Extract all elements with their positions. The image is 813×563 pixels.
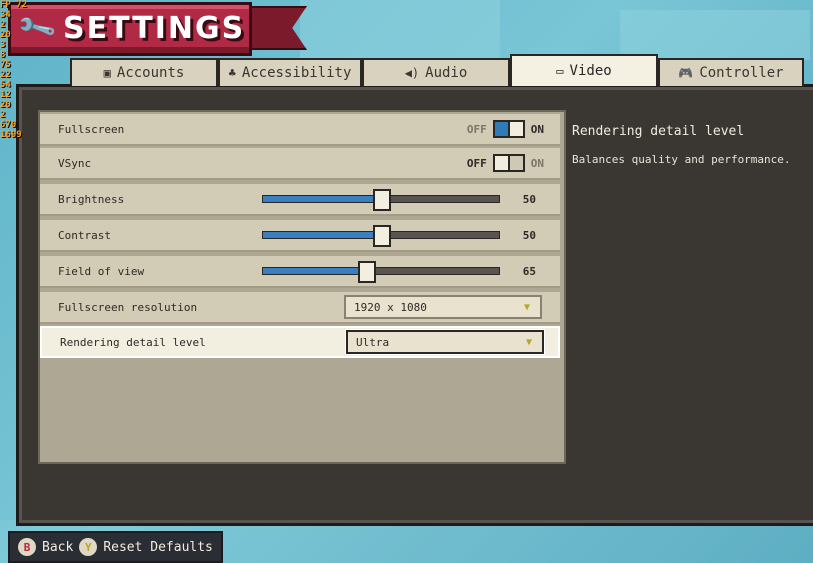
toggle-on-label: ON xyxy=(530,122,544,136)
toggle-off-label: OFF xyxy=(466,156,487,170)
contrast-slider[interactable] xyxy=(262,225,500,247)
accessibility-icon: ♣ xyxy=(228,66,236,80)
vsync-toggle[interactable]: OFF ON xyxy=(467,154,544,172)
toggle-on-label: ON xyxy=(530,156,544,170)
debug-line: 2 xyxy=(0,110,6,120)
tab-accounts[interactable]: ▣ Accounts xyxy=(70,58,218,86)
tab-label: Accounts xyxy=(116,65,185,81)
debug-line: 8 xyxy=(0,50,6,60)
setting-label: Contrast xyxy=(58,228,111,242)
slider-fill xyxy=(263,268,367,274)
debug-overlay: FP 72 34 2 20 3 8 75 22 54 12 20 2 670 1… xyxy=(0,0,70,140)
b-button-icon: B xyxy=(18,538,36,556)
detail-level-dropdown[interactable]: Ultra ▼ xyxy=(346,330,544,354)
setting-label: Brightness xyxy=(58,192,125,206)
slider-thumb[interactable] xyxy=(373,225,391,247)
back-label: Back xyxy=(42,539,74,555)
reset-defaults-button[interactable]: Y Reset Defaults xyxy=(79,538,213,556)
setting-value: 65 xyxy=(522,264,536,278)
tab-audio[interactable]: ◀) Audio xyxy=(362,58,510,86)
slider-fill xyxy=(263,232,381,238)
debug-line: 670 xyxy=(0,120,17,130)
back-button[interactable]: B Back xyxy=(18,538,73,556)
resolution-dropdown[interactable]: 1920 x 1080 ▼ xyxy=(344,295,542,319)
debug-line: 12 xyxy=(0,90,11,100)
debug-line: 20 xyxy=(0,100,11,110)
dropdown-value: Ultra xyxy=(356,335,390,349)
setting-value: 50 xyxy=(522,228,536,242)
brightness-slider[interactable] xyxy=(262,189,500,211)
slider-fill xyxy=(263,196,381,202)
debug-line: 3 xyxy=(0,40,6,50)
fullscreen-toggle[interactable]: OFF ON xyxy=(467,120,544,138)
gamepad-icon: 🎮 xyxy=(678,66,694,80)
resolution-row[interactable]: Fullscreen resolution 1920 x 1080 ▼ xyxy=(40,292,560,324)
debug-line: 54 xyxy=(0,80,11,90)
fov-slider[interactable] xyxy=(262,261,500,283)
setting-label: VSync xyxy=(58,156,92,170)
tab-label: Audio xyxy=(425,65,468,81)
fullscreen-row[interactable]: Fullscreen OFF ON xyxy=(40,114,560,146)
debug-line: 20 xyxy=(0,30,11,40)
video-settings-list: Fullscreen OFF ON VSync OFF ON Brightnes… xyxy=(38,110,566,464)
y-button-icon: Y xyxy=(79,538,98,556)
page-title: SETTINGS xyxy=(63,11,246,46)
description-title: Rendering detail level xyxy=(572,124,745,139)
toggle-switch[interactable] xyxy=(492,120,525,138)
setting-value: 50 xyxy=(522,192,536,206)
fov-row[interactable]: Field of view 65 xyxy=(40,256,560,288)
chevron-down-icon: ▼ xyxy=(523,301,530,313)
debug-line: 75 xyxy=(0,60,11,70)
footer-controls: B Back Y Reset Defaults xyxy=(8,531,223,563)
debug-line: 1699 xyxy=(0,130,22,140)
detail-level-row[interactable]: Rendering detail level Ultra ▼ xyxy=(40,326,560,358)
contrast-row[interactable]: Contrast 50 xyxy=(40,220,560,252)
tab-accessibility[interactable]: ♣ Accessibility xyxy=(218,58,362,86)
dropdown-value: 1920 x 1080 xyxy=(354,300,427,314)
setting-label: Fullscreen resolution xyxy=(58,300,198,314)
account-icon: ▣ xyxy=(103,66,111,80)
slider-thumb[interactable] xyxy=(358,261,377,283)
tab-label: Controller xyxy=(699,65,784,81)
slider-thumb[interactable] xyxy=(373,189,391,211)
setting-label: Rendering detail level xyxy=(60,335,206,349)
description-panel: Rendering detail level Balances quality … xyxy=(564,116,804,316)
description-text: Balances quality and performance. xyxy=(572,153,791,166)
monitor-icon: ▭ xyxy=(556,64,564,78)
debug-line: 2 xyxy=(0,20,6,30)
setting-label: Field of view xyxy=(58,264,145,278)
toggle-switch[interactable] xyxy=(492,154,525,172)
debug-line: 34 xyxy=(0,10,11,20)
toggle-off-label: OFF xyxy=(466,122,487,136)
tab-controller[interactable]: 🎮 Controller xyxy=(658,58,804,86)
chevron-down-icon: ▼ xyxy=(525,336,532,348)
tab-label: Accessibility xyxy=(241,65,352,81)
debug-line: FP 72 xyxy=(0,0,28,10)
vsync-row[interactable]: VSync OFF ON xyxy=(40,148,560,180)
tab-label: Video xyxy=(569,63,612,79)
debug-line: 22 xyxy=(0,70,11,80)
reset-label: Reset Defaults xyxy=(103,539,213,555)
tab-video[interactable]: ▭ Video xyxy=(510,54,658,86)
brightness-row[interactable]: Brightness 50 xyxy=(40,184,560,216)
speaker-icon: ◀) xyxy=(404,66,420,80)
